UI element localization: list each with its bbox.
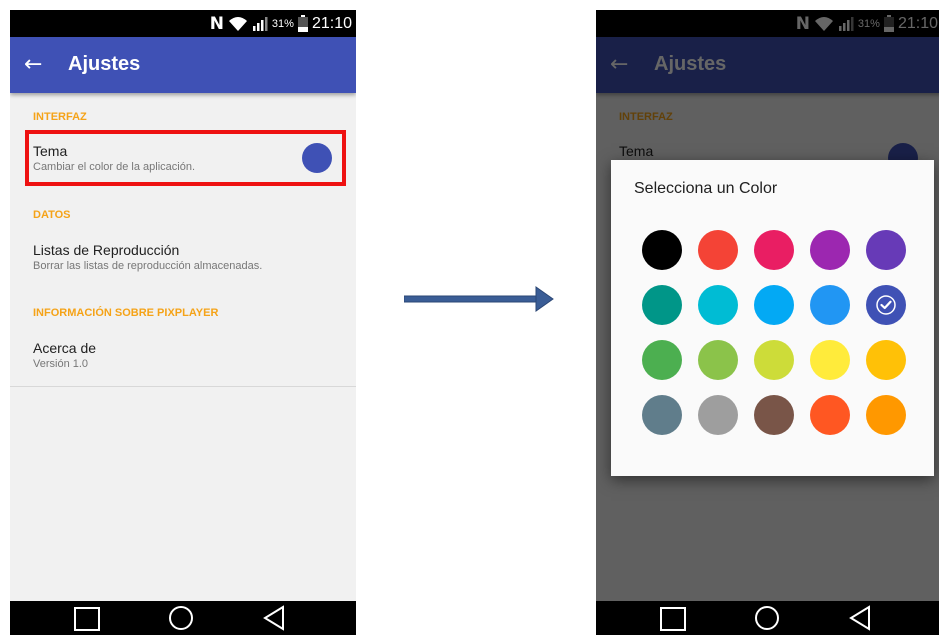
color-swatch[interactable]	[698, 395, 738, 435]
color-swatch[interactable]	[866, 395, 906, 435]
color-swatch[interactable]	[810, 340, 850, 380]
signal-icon	[252, 16, 268, 32]
color-swatch[interactable]	[698, 285, 738, 325]
color-swatch[interactable]	[754, 285, 794, 325]
color-swatch[interactable]	[810, 285, 850, 325]
navigation-bar	[10, 601, 356, 635]
color-swatch[interactable]	[642, 395, 682, 435]
battery-icon	[297, 15, 308, 32]
square-icon[interactable]	[660, 607, 686, 631]
triangle-back-icon[interactable]	[263, 605, 285, 635]
nfc-icon: N	[209, 13, 224, 34]
section-header-info: INFORMACIÓN SOBRE PIXPLAYER	[33, 307, 219, 319]
triangle-back-icon[interactable]	[849, 605, 871, 635]
highlight-box	[25, 130, 346, 186]
color-swatch[interactable]	[754, 230, 794, 270]
flow-arrow	[404, 286, 554, 312]
pref-playlists-title[interactable]: Listas de Reproducción	[33, 242, 179, 258]
wifi-icon	[228, 16, 248, 32]
square-icon[interactable]	[74, 607, 100, 631]
settings-list: INTERFAZ Tema Cambiar el color de la apl…	[10, 93, 356, 601]
color-swatch[interactable]	[754, 340, 794, 380]
color-picker-dialog: Selecciona un Color	[611, 160, 934, 476]
status-bar: N 31% 21:10	[10, 10, 356, 37]
section-header-interfaz: INTERFAZ	[33, 111, 87, 123]
circle-icon[interactable]	[169, 606, 193, 630]
color-swatch[interactable]	[698, 230, 738, 270]
arrow-left-icon[interactable]: ←	[24, 52, 42, 78]
color-swatch[interactable]	[642, 285, 682, 325]
settings-screen: N 31% 21:10 ← Ajustes INTERFAZ Tema Camb…	[10, 10, 356, 635]
color-swatch[interactable]	[642, 340, 682, 380]
app-bar: ← Ajustes	[10, 37, 356, 93]
color-swatch[interactable]	[698, 340, 738, 380]
check-icon	[866, 285, 906, 325]
color-swatch[interactable]	[866, 230, 906, 270]
color-swatch[interactable]	[810, 230, 850, 270]
pref-playlists-summary[interactable]: Borrar las listas de reproducción almace…	[33, 260, 262, 272]
color-swatch[interactable]	[642, 230, 682, 270]
section-header-datos: DATOS	[33, 209, 71, 221]
color-swatch[interactable]	[754, 395, 794, 435]
dialog-title: Selecciona un Color	[634, 180, 778, 197]
color-swatch-grid	[642, 230, 906, 435]
navigation-bar	[596, 601, 939, 635]
color-swatch[interactable]	[866, 340, 906, 380]
circle-icon[interactable]	[755, 606, 779, 630]
pref-about-title[interactable]: Acerca de	[33, 340, 96, 356]
page-title: Ajustes	[68, 53, 141, 75]
battery-percent: 31%	[271, 17, 294, 30]
clock: 21:10	[311, 14, 352, 32]
color-swatch[interactable]	[866, 285, 906, 325]
pref-about-summary[interactable]: Versión 1.0	[33, 358, 88, 370]
divider	[10, 386, 356, 387]
color-picker-screen: N 31% 21:10 ← Ajustes INTERFAZ Tema Sele…	[596, 10, 939, 635]
color-swatch[interactable]	[810, 395, 850, 435]
